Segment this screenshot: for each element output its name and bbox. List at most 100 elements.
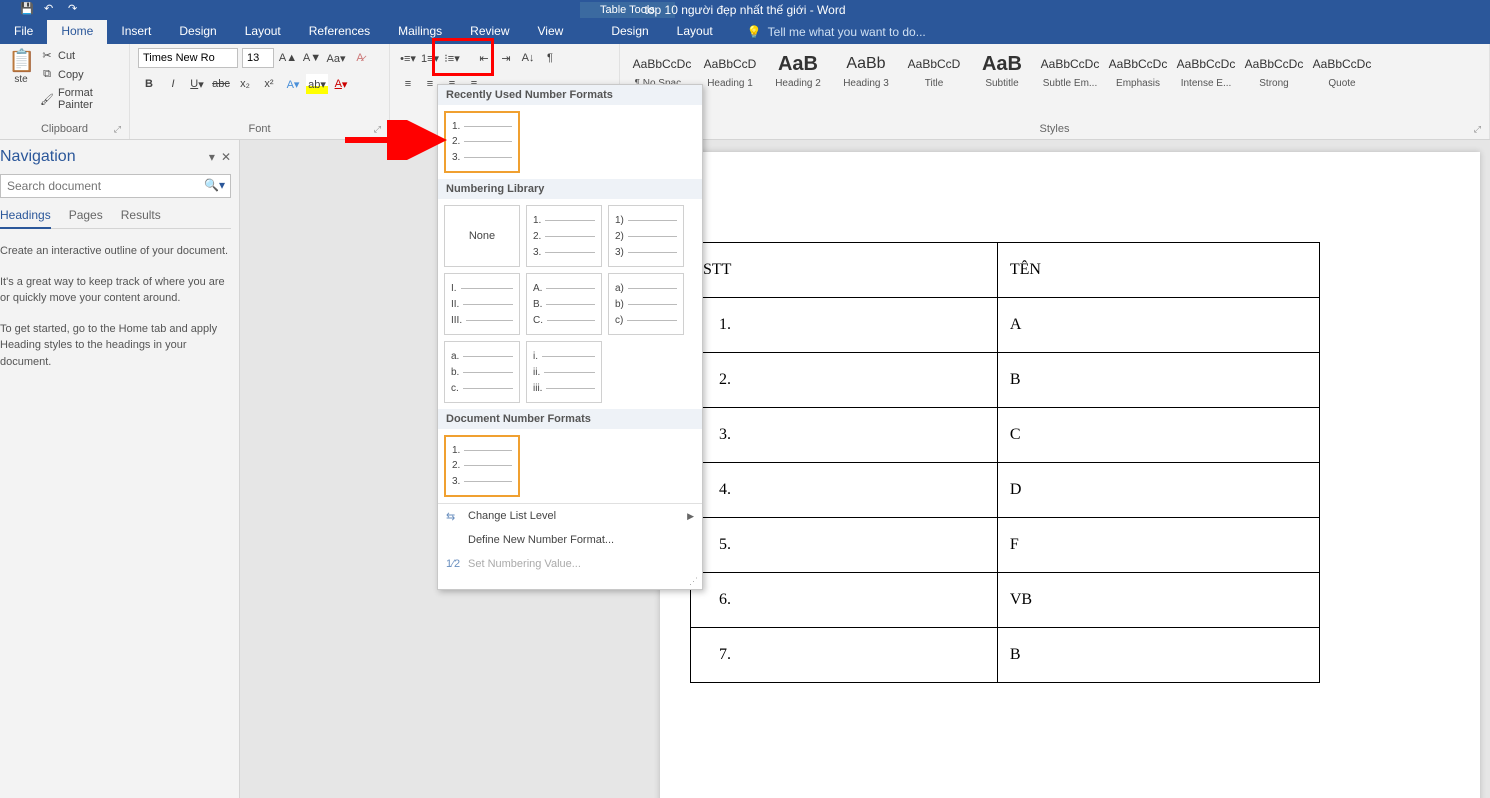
num-option-fmt_abc_paren[interactable]: a)b)c) (608, 273, 684, 335)
style-item[interactable]: AaBbHeading 3 (832, 48, 900, 91)
tab-view[interactable]: View (524, 20, 578, 44)
increase-indent-button[interactable]: ⇥ (496, 48, 516, 68)
subscript-button[interactable]: x₂ (234, 74, 256, 94)
save-icon[interactable]: 💾 (20, 2, 36, 18)
font-name-input[interactable] (138, 48, 238, 68)
tell-me-placeholder: Tell me what you want to do... (768, 25, 926, 39)
clear-formatting-button[interactable]: A̷ (350, 48, 370, 68)
group-label-styles: Styles⤢ (628, 121, 1481, 139)
num-option-fmt_roman[interactable]: I.II.III. (444, 273, 520, 335)
decrease-indent-button[interactable]: ⇤ (474, 48, 494, 68)
tab-mailings[interactable]: Mailings (384, 20, 456, 44)
sort-button[interactable]: A↓ (518, 48, 538, 68)
group-font: A▲ A▼ Aa▾ A̷ B I U▾ abc x₂ x² A▾ ab▾ A▾ … (130, 44, 390, 139)
scissors-icon: ✂ (40, 49, 54, 62)
num-option-fmt_paren[interactable]: 1)2)3) (608, 205, 684, 267)
tell-me-search[interactable]: 💡 Tell me what you want to do... (747, 20, 926, 44)
group-label-font: Font⤢ (138, 121, 381, 139)
style-item[interactable]: AaBbCcDcIntense E... (1172, 48, 1240, 91)
num-option-fmt_abc[interactable]: a.b.c. (444, 341, 520, 403)
section-document-formats: Document Number Formats (438, 409, 702, 429)
style-item[interactable]: AaBbCcDTitle (900, 48, 968, 91)
search-input[interactable] (0, 174, 231, 198)
navigation-title: Navigation (0, 148, 76, 166)
styles-launcher-icon[interactable]: ⤢ (1474, 124, 1481, 135)
font-color-button[interactable]: A▾ (330, 74, 352, 94)
italic-button[interactable]: I (162, 74, 184, 94)
nav-tab-pages[interactable]: Pages (69, 208, 103, 222)
cut-button[interactable]: ✂Cut (38, 48, 121, 63)
tab-layout[interactable]: Layout (231, 20, 295, 44)
document-table[interactable]: STTTÊN1.A2.B3.C4.D5.F6.VB7.B (690, 242, 1320, 683)
close-icon[interactable]: ✕ (221, 150, 231, 164)
search-icon[interactable]: 🔍▾ (204, 178, 225, 192)
tab-review[interactable]: Review (456, 20, 523, 44)
num-option-fmt_123[interactable]: 1.2.3. (526, 205, 602, 267)
navigation-search[interactable]: 🔍▾ (0, 174, 231, 198)
num-option-123-doc[interactable]: 1.2.3. (444, 435, 520, 497)
style-item[interactable]: AaBbCcDcStrong (1240, 48, 1308, 91)
multilevel-list-button[interactable]: ⁝≡▾ (442, 48, 462, 68)
style-item[interactable]: AaBSubtitle (968, 48, 1036, 91)
redo-icon[interactable]: ↷ (68, 2, 84, 18)
resize-grip-icon[interactable]: ⋰ (438, 576, 702, 589)
grow-font-button[interactable]: A▲ (278, 48, 298, 68)
copy-icon: ⧉ (40, 68, 54, 81)
strikethrough-button[interactable]: abc (210, 74, 232, 94)
superscript-button[interactable]: x² (258, 74, 280, 94)
tab-home[interactable]: Home (47, 20, 107, 44)
underline-button[interactable]: U▾ (186, 74, 208, 94)
text-effects-button[interactable]: A▾ (282, 74, 304, 94)
tab-table-layout[interactable]: Layout (663, 20, 727, 44)
group-styles: AaBbCcDc¶ No Spac...AaBbCcDHeading 1AaBH… (620, 44, 1490, 139)
font-launcher-icon[interactable]: ⤢ (374, 124, 381, 135)
num-option-fmt_i[interactable]: i.ii.iii. (526, 341, 602, 403)
bulb-icon: 💡 (747, 25, 762, 39)
num-option-none[interactable]: None (444, 205, 520, 267)
clipboard-launcher-icon[interactable]: ⤢ (114, 124, 121, 135)
style-item[interactable]: AaBbCcDcQuote (1308, 48, 1376, 91)
document-title: top 10 người đẹp nhất thế giới - Word (645, 3, 846, 17)
num-option-123-recent[interactable]: 1.2.3. (444, 111, 520, 173)
document-area[interactable]: STTTÊN1.A2.B3.C4.D5.F6.VB7.B (240, 140, 1490, 798)
style-item[interactable]: AaBHeading 2 (764, 48, 832, 91)
num-option-fmt_ABC[interactable]: A.B.C. (526, 273, 602, 335)
navigation-close[interactable]: ▾✕ (209, 150, 231, 164)
nav-tab-headings[interactable]: Headings (0, 208, 51, 229)
shrink-font-button[interactable]: A▼ (302, 48, 322, 68)
document-page[interactable]: STTTÊN1.A2.B3.C4.D5.F6.VB7.B (660, 152, 1480, 798)
bold-button[interactable]: B (138, 74, 160, 94)
paste-button[interactable]: 📋ste (8, 48, 34, 85)
group-clipboard: 📋ste ✂Cut ⧉Copy 🖌Format Painter Clipboar… (0, 44, 130, 139)
style-item[interactable]: AaBbCcDHeading 1 (696, 48, 764, 91)
change-list-level-item[interactable]: ⇆Change List Level▶ (438, 504, 702, 528)
align-left-button[interactable]: ≡ (398, 74, 418, 94)
ribbon-tabs: File Home Insert Design Layout Reference… (0, 20, 1490, 44)
change-case-button[interactable]: Aa▾ (326, 48, 346, 68)
undo-icon[interactable]: ↶ (44, 2, 60, 18)
tab-design[interactable]: Design (165, 20, 230, 44)
bullets-button[interactable]: •≡▾ (398, 48, 418, 68)
copy-button[interactable]: ⧉Copy (38, 67, 121, 82)
nav-tab-results[interactable]: Results (121, 208, 161, 222)
styles-gallery[interactable]: AaBbCcDc¶ No Spac...AaBbCcDHeading 1AaBH… (628, 48, 1376, 91)
format-painter-button[interactable]: 🖌Format Painter (38, 86, 121, 112)
navigation-tabs: Headings Pages Results (0, 208, 231, 229)
highlight-button[interactable]: ab▾ (306, 74, 328, 94)
show-marks-button[interactable]: ¶ (540, 48, 560, 68)
quick-access-toolbar: 💾 ↶ ↷ (0, 2, 84, 18)
font-size-input[interactable] (242, 48, 274, 68)
define-new-number-format-item[interactable]: Define New Number Format... (438, 528, 702, 552)
set-numbering-value-item: 1⁄2Set Numbering Value... (438, 552, 702, 576)
tab-insert[interactable]: Insert (107, 20, 165, 44)
set-value-icon: 1⁄2 (446, 558, 460, 570)
tab-file[interactable]: File (0, 20, 47, 44)
style-item[interactable]: AaBbCcDcEmphasis (1104, 48, 1172, 91)
style-item[interactable]: AaBbCcDcSubtle Em... (1036, 48, 1104, 91)
brush-icon: 🖌 (40, 93, 54, 106)
tab-table-design[interactable]: Design (597, 20, 662, 44)
tab-references[interactable]: References (295, 20, 384, 44)
section-recently-used: Recently Used Number Formats (438, 85, 702, 105)
list-level-icon: ⇆ (446, 510, 455, 523)
numbering-button[interactable]: 1≡▾ (420, 48, 440, 68)
